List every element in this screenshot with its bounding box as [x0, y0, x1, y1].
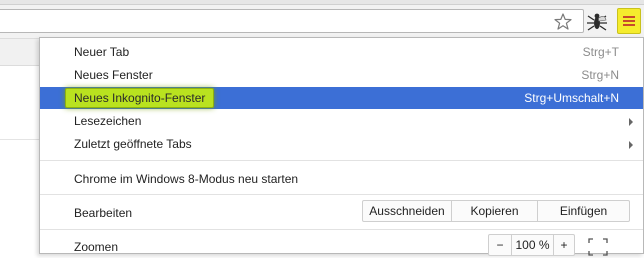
menu-row-zoom: Zoomen − 100 % +	[40, 234, 643, 258]
chevron-right-icon	[629, 118, 633, 126]
browser-toolbar	[0, 0, 644, 38]
menu-item-shortcut: Strg+Umschalt+N	[524, 91, 619, 105]
menu-separator	[40, 160, 643, 161]
paste-button[interactable]: Einfügen	[537, 201, 629, 221]
chevron-right-icon	[629, 141, 633, 149]
menu-item-shortcut: Strg+N	[581, 68, 619, 82]
menu-row-edit: Bearbeiten Ausschneiden Kopieren Einfüge…	[40, 200, 643, 224]
page-header-band	[0, 38, 40, 66]
menu-item-relaunch-windows8[interactable]: Chrome im Windows 8-Modus neu starten	[40, 168, 643, 190]
tab-strip-edge	[0, 0, 644, 5]
menu-item-label: Neues Inkognito-Fenster	[74, 91, 206, 105]
menu-item-new-window[interactable]: Neues Fenster Strg+N	[40, 64, 643, 86]
menu-item-label: Neuer Tab	[74, 45, 130, 59]
copy-button[interactable]: Kopieren	[451, 201, 537, 221]
cut-button[interactable]: Ausschneiden	[363, 201, 451, 221]
menu-item-new-incognito-window[interactable]: Neues Inkognito-Fenster Strg+Umschalt+N	[40, 87, 643, 109]
zoom-level: 100 %	[511, 235, 553, 255]
menu-item-label: Lesezeichen	[74, 114, 142, 128]
star-icon[interactable]	[553, 12, 573, 32]
menu-item-new-tab[interactable]: Neuer Tab Strg+T	[40, 41, 643, 63]
edit-button-group: Ausschneiden Kopieren Einfügen	[362, 200, 630, 222]
zoom-out-button[interactable]: −	[489, 235, 511, 255]
highlighted-label: Neues Inkognito-Fenster	[65, 88, 215, 108]
menu-item-label: Chrome im Windows 8-Modus neu starten	[74, 172, 299, 186]
fullscreen-icon[interactable]	[585, 236, 611, 258]
menu-item-recent-tabs[interactable]: Zuletzt geöffnete Tabs	[40, 133, 643, 155]
menu-separator	[40, 194, 643, 195]
zoom-label: Zoomen	[74, 240, 119, 254]
zoom-control: − 100 % +	[488, 234, 575, 256]
zoom-in-button[interactable]: +	[553, 235, 574, 255]
chrome-menu: Neuer Tab Strg+T Neues Fenster Strg+N Ne…	[39, 37, 644, 256]
menu-bar-line	[623, 24, 635, 26]
menu-item-label: Zuletzt geöffnete Tabs	[74, 137, 192, 151]
menu-item-label: Neues Fenster	[74, 68, 153, 82]
page-content	[0, 38, 40, 254]
address-bar[interactable]	[0, 9, 584, 33]
edit-label: Bearbeiten	[74, 206, 133, 220]
menu-bar-line	[623, 20, 635, 22]
extension-icon[interactable]	[586, 11, 608, 33]
menu-item-shortcut: Strg+T	[582, 45, 619, 59]
menu-separator	[40, 229, 643, 230]
menu-bar-line	[623, 16, 635, 18]
menu-item-bookmarks[interactable]: Lesezeichen	[40, 110, 643, 132]
hamburger-menu-icon[interactable]	[617, 8, 641, 34]
page-divider	[0, 139, 40, 140]
